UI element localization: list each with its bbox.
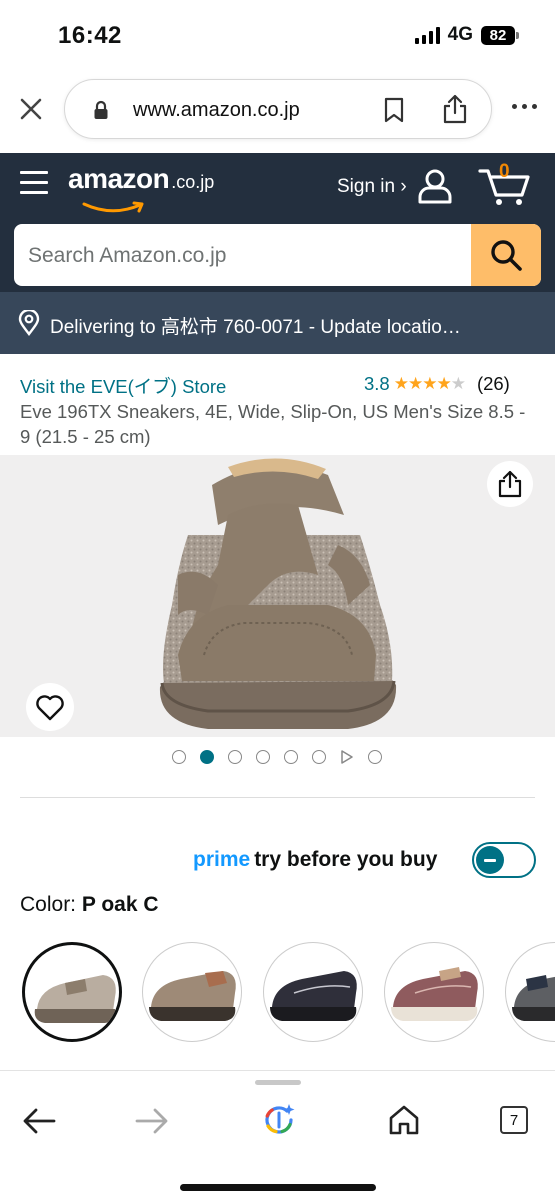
color-swatch[interactable]	[505, 942, 555, 1042]
close-icon[interactable]	[18, 96, 44, 122]
color-selection-label: Color: P oak C	[20, 893, 159, 917]
image-dot-active[interactable]	[200, 750, 214, 764]
sheet-handle[interactable]	[255, 1080, 301, 1085]
tab-switcher-button[interactable]: 7	[500, 1106, 528, 1134]
heart-icon	[36, 695, 64, 721]
rating-stars: ★★★★★	[393, 374, 466, 393]
browser-bottom-bar: 7	[0, 1070, 555, 1200]
bookmark-icon[interactable]	[383, 97, 405, 123]
image-dot[interactable]	[312, 750, 326, 764]
url-text: www.amazon.co.jp	[133, 99, 300, 121]
video-play-icon[interactable]	[340, 750, 354, 764]
toggle-knob	[476, 846, 504, 874]
back-arrow-icon[interactable]	[22, 1107, 56, 1135]
status-indicators: 4G 82	[414, 24, 519, 46]
color-swatch[interactable]	[384, 942, 484, 1042]
color-swatches	[22, 942, 555, 1046]
selected-color: P oak C	[81, 893, 159, 916]
color-swatch[interactable]	[263, 942, 363, 1042]
forward-arrow-icon[interactable]	[135, 1107, 169, 1135]
share-icon[interactable]	[442, 94, 468, 124]
battery-level: 82	[481, 25, 515, 45]
smile-icon	[82, 201, 144, 213]
user-icon[interactable]	[416, 167, 454, 205]
prime-try-toggle[interactable]	[472, 842, 536, 878]
cart-button[interactable]: 0	[478, 161, 530, 212]
lock-icon	[94, 100, 108, 119]
address-bar[interactable]: www.amazon.co.jp	[64, 79, 492, 139]
logo-word: amazon	[68, 163, 170, 194]
google-lens-icon[interactable]	[261, 1102, 297, 1138]
home-indicator	[180, 1184, 376, 1191]
signal-icon	[414, 26, 440, 44]
prime-tagline: try before you buy	[254, 848, 438, 871]
home-icon[interactable]	[388, 1105, 420, 1135]
image-dot[interactable]	[284, 750, 298, 764]
network-type: 4G	[447, 24, 473, 45]
delivery-location-bar[interactable]: Delivering to 高松市 760-0071 - Update loca…	[0, 292, 555, 354]
cart-count: 0	[499, 161, 510, 182]
amazon-logo[interactable]: amazon .co.jp	[68, 163, 215, 213]
location-pin-icon	[18, 310, 40, 336]
image-dot[interactable]	[256, 750, 270, 764]
search-bar[interactable]: Search Amazon.co.jp	[14, 224, 541, 286]
wishlist-button[interactable]	[26, 683, 74, 731]
store-link[interactable]: Visit the EVE(イブ) Store	[20, 373, 226, 399]
status-time: 16:42	[58, 22, 122, 49]
section-divider	[20, 797, 535, 798]
search-input[interactable]: Search Amazon.co.jp	[28, 244, 226, 268]
battery-icon: 82	[481, 25, 519, 45]
prime-logo: prime	[193, 848, 251, 871]
browser-toolbar: www.amazon.co.jp	[0, 64, 555, 153]
more-options-icon[interactable]	[512, 104, 537, 109]
image-pagination[interactable]	[172, 750, 382, 764]
color-label: Color:	[20, 893, 77, 916]
share-icon	[498, 470, 522, 498]
image-dot[interactable]	[172, 750, 186, 764]
status-bar: 16:42 4G 82	[0, 0, 555, 64]
rating-summary[interactable]: 3.8 ★★★★★ (26)	[364, 373, 510, 395]
sign-in-link[interactable]: Sign in ›	[337, 176, 407, 198]
product-image	[159, 458, 397, 729]
image-share-button[interactable]	[487, 461, 533, 507]
rating-value: 3.8	[364, 373, 390, 394]
product-title: Eve 196TX Sneakers, 4E, Wide, Slip-On, U…	[20, 401, 526, 447]
menu-icon[interactable]	[20, 171, 48, 201]
prime-try-before-you-buy: prime try before you buy	[193, 848, 437, 872]
logo-tld: .co.jp	[171, 172, 215, 192]
delivery-text: Delivering to 高松市 760-0071 - Update loca…	[50, 317, 461, 338]
product-image-carousel[interactable]	[0, 455, 555, 737]
image-dot[interactable]	[228, 750, 242, 764]
color-swatch-selected[interactable]	[22, 942, 122, 1042]
image-dot[interactable]	[368, 750, 382, 764]
amazon-header: amazon .co.jp Sign in › 0 Search Amazon.c…	[0, 153, 555, 292]
review-count: (26)	[476, 373, 510, 394]
search-button[interactable]	[471, 224, 541, 286]
search-icon	[491, 240, 522, 271]
color-swatch[interactable]	[142, 942, 242, 1042]
